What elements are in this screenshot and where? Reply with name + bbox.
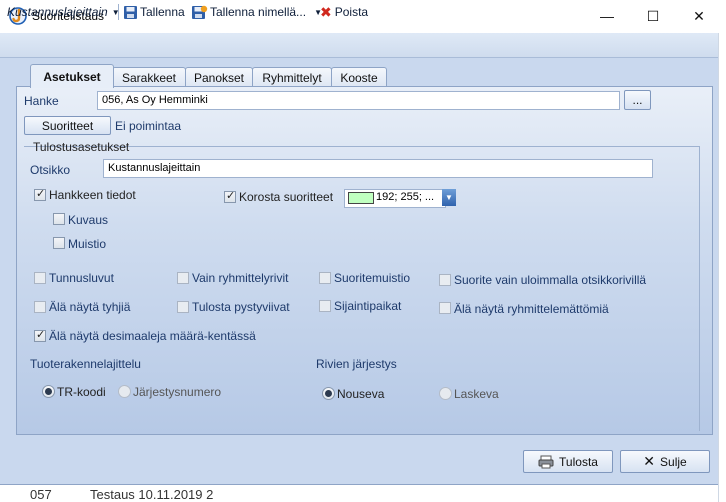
close-button[interactable]: ✕ Sulje [620, 450, 710, 473]
sijaintipaikat-checkbox[interactable] [319, 300, 331, 312]
print-settings-title: Tulostusasetukset [33, 140, 130, 154]
maximize-icon: ☐ [646, 7, 660, 24]
kuvaus-checkbox[interactable] [53, 213, 65, 225]
tab-sarakkeet[interactable]: Sarakkeet [112, 67, 186, 87]
suorite-vain-checkbox[interactable] [439, 274, 451, 286]
print-label: Tulosta [559, 454, 598, 469]
nouseva-label: Nouseva [337, 387, 385, 401]
tr-koodi-label: TR-koodi [57, 385, 106, 399]
muistio-label: Muistio [68, 237, 107, 251]
minimize-button[interactable]: — [584, 0, 630, 32]
background-window-edge [718, 33, 726, 502]
tr-koodi-radio[interactable] [42, 385, 55, 398]
kuvaus-label: Kuvaus [68, 213, 109, 227]
tab-kooste[interactable]: Kooste [331, 67, 387, 87]
suoritteet-button-label: Suoritteet [41, 118, 94, 133]
ala-tyhjia-checkbox[interactable] [34, 301, 46, 313]
otsikko-field[interactable]: Kustannuslajeittain [103, 159, 653, 178]
jarjestysnumero-label: Järjestysnumero [133, 385, 222, 399]
save-as-label: Tallenna nimellä... [210, 5, 307, 19]
desimaaleja-label: Älä näytä desimaaleja määrä-kentässä [49, 329, 256, 343]
suoritteet-status: Ei poimintaa [115, 119, 182, 133]
toolbar [0, 33, 718, 58]
tab-label: Panokset [193, 70, 245, 85]
tab-ryhmittelyt[interactable]: Ryhmittelyt [252, 67, 332, 87]
delete-label: Poista [334, 5, 369, 19]
desimaaleja-checkbox[interactable] [34, 328, 46, 342]
tab-label: Kooste [340, 70, 378, 85]
background-text-2: Testaus 10.11.2019 2 [90, 487, 214, 502]
rivien-jarjestys-label: Rivien järjestys [316, 357, 397, 371]
tab-label: Asetukset [43, 69, 101, 84]
suoritemuistio-checkbox[interactable] [319, 272, 331, 284]
korosta-checkbox[interactable] [224, 189, 236, 203]
color-swatch [348, 192, 374, 204]
pystyviivat-checkbox[interactable] [177, 301, 189, 313]
save-as-button[interactable]: Tallenna nimellä... ▼ [191, 4, 322, 20]
tunnusluvut-checkbox[interactable] [34, 272, 46, 284]
browse-hanke-button[interactable]: ... [624, 90, 651, 110]
vain-ryhmittelyrivit-label: Vain ryhmittelyrivit [192, 271, 289, 285]
close-window-button[interactable]: ✕ [676, 0, 722, 32]
report-select-label: Kustannuslajeittain [7, 5, 108, 19]
minimize-icon: — [600, 8, 614, 24]
close-x-icon: ✕ [643, 453, 656, 469]
suoritteet-button[interactable]: Suoritteet [24, 116, 111, 135]
close-icon: ✕ [693, 7, 705, 24]
save-label: Tallenna [140, 5, 185, 19]
muistio-checkbox[interactable] [53, 237, 65, 249]
close-label: Sulje [660, 454, 687, 469]
tab-label: Sarakkeet [121, 70, 177, 85]
delete-icon: ✖ [320, 3, 332, 20]
toolbar-separator [118, 4, 119, 20]
ala-ryhmittelemattomia-label: Älä näytä ryhmittelemättömiä [454, 302, 609, 316]
laskeva-radio[interactable] [439, 387, 452, 400]
save-icon [124, 5, 137, 19]
hanke-field[interactable]: 056, As Oy Hemminki [97, 91, 620, 110]
save-as-icon [192, 5, 208, 19]
ala-tyhjia-label: Älä näytä tyhjiä [49, 300, 131, 314]
group-line-left [24, 146, 30, 147]
laskeva-label: Laskeva [454, 387, 499, 401]
tuoterakenne-label: Tuoterakennelajittelu [30, 357, 141, 371]
jarjestysnumero-radio[interactable] [118, 385, 131, 398]
tunnusluvut-label: Tunnusluvut [49, 271, 114, 285]
browse-label: ... [632, 93, 643, 107]
sijaintipaikat-label: Sijaintipaikat [334, 299, 402, 313]
tab-asetukset[interactable]: Asetukset [30, 64, 114, 88]
vain-ryhmittelyrivit-checkbox[interactable] [177, 272, 189, 284]
hankkeen-tiedot-checkbox[interactable] [34, 187, 46, 201]
save-button[interactable]: Tallenna [123, 4, 185, 20]
hankkeen-tiedot-label: Hankkeen tiedot [49, 188, 136, 202]
color-dropdown-icon[interactable]: ▼ [442, 189, 456, 206]
hanke-label: Hanke [24, 94, 59, 108]
print-button[interactable]: Tulosta [523, 450, 613, 473]
printer-icon [538, 455, 554, 468]
korosta-label: Korosta suoritteet [239, 190, 334, 204]
maximize-button[interactable]: ☐ [630, 0, 676, 32]
background-text-1: 057 [30, 487, 52, 502]
suorite-vain-label: Suorite vain uloimmalla otsikkorivillä [454, 273, 647, 287]
tab-label: Ryhmittelyt [262, 70, 322, 85]
tab-panokset[interactable]: Panokset [185, 67, 253, 87]
color-value: 192; 255; ... [376, 191, 435, 203]
report-select[interactable]: Kustannuslajeittain ▼ [7, 4, 120, 20]
nouseva-radio[interactable] [322, 387, 335, 400]
pystyviivat-label: Tulosta pystyviivat [192, 300, 290, 314]
delete-button[interactable]: ✖ Poista [320, 4, 368, 20]
ala-ryhmittelemattomia-checkbox[interactable] [439, 302, 451, 314]
suoritemuistio-label: Suoritemuistio [334, 271, 411, 285]
dialog-bottom-edge [0, 476, 718, 485]
otsikko-label: Otsikko [30, 163, 71, 177]
